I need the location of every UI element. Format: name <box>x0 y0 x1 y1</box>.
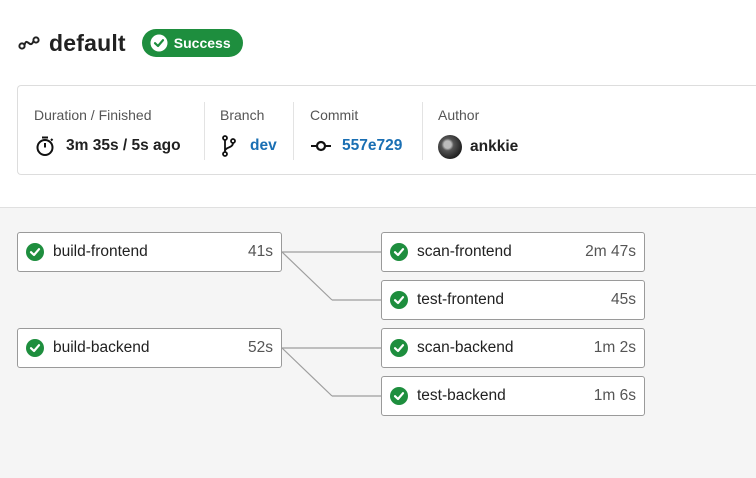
job-scan-backend[interactable]: scan-backend 1m 2s <box>381 328 645 368</box>
job-name: build-backend <box>53 339 150 356</box>
divider <box>204 102 205 160</box>
job-scan-frontend[interactable]: scan-frontend 2m 47s <box>381 232 645 272</box>
commit-link[interactable]: 557e729 <box>342 137 402 155</box>
job-build-backend[interactable]: build-backend 52s <box>17 328 282 368</box>
commit-value-row: 557e729 <box>310 135 402 157</box>
success-icon <box>26 339 44 357</box>
commit-label: Commit <box>310 107 359 123</box>
branch-link[interactable]: dev <box>250 137 277 155</box>
divider <box>422 102 423 160</box>
job-name: test-backend <box>417 387 506 404</box>
job-name: test-frontend <box>417 291 505 308</box>
check-circle-icon <box>150 34 168 52</box>
author-name[interactable]: ankkie <box>470 138 518 156</box>
job-name: scan-backend <box>417 339 514 356</box>
divider <box>293 102 294 160</box>
job-duration: 1m 2s <box>593 339 636 356</box>
page-title: default <box>49 29 126 56</box>
job-test-backend[interactable]: test-backend 1m 6s <box>381 376 645 416</box>
branch-label: Branch <box>220 107 265 123</box>
duration-value: 3m 35s / 5s ago <box>66 137 181 154</box>
pipeline-header: default Success <box>18 28 243 58</box>
job-build-frontend[interactable]: build-frontend 41s <box>17 232 282 272</box>
job-duration: 1m 6s <box>593 387 636 404</box>
commit-icon <box>310 135 332 157</box>
success-icon <box>390 243 408 261</box>
author-label: Author <box>438 107 480 123</box>
status-label: Success <box>173 35 231 51</box>
job-name: build-frontend <box>53 243 148 260</box>
job-test-frontend[interactable]: test-frontend 45s <box>381 280 645 320</box>
job-duration: 41s <box>248 243 273 260</box>
success-icon <box>390 339 408 357</box>
branch-icon <box>220 135 238 157</box>
branch-value-row: dev <box>220 135 277 157</box>
job-duration: 45s <box>611 291 636 308</box>
stopwatch-icon <box>34 135 56 157</box>
avatar[interactable] <box>438 135 462 159</box>
job-name: scan-frontend <box>417 243 512 260</box>
duration-value-row: 3m 35s / 5s ago <box>34 135 181 157</box>
pipeline-info-card: Duration / Finished 3m 35s / 5s ago Bran… <box>17 85 756 175</box>
job-duration: 52s <box>248 339 273 356</box>
success-icon <box>390 291 408 309</box>
pipeline-icon <box>18 32 40 54</box>
success-icon <box>390 387 408 405</box>
author-value-row: ankkie <box>438 135 518 159</box>
pipeline-graph: build-frontend 41s build-backend 52s sca… <box>0 207 756 478</box>
status-badge: Success <box>141 29 243 57</box>
job-duration: 2m 47s <box>585 243 636 260</box>
success-icon <box>26 243 44 261</box>
duration-label: Duration / Finished <box>34 107 152 123</box>
